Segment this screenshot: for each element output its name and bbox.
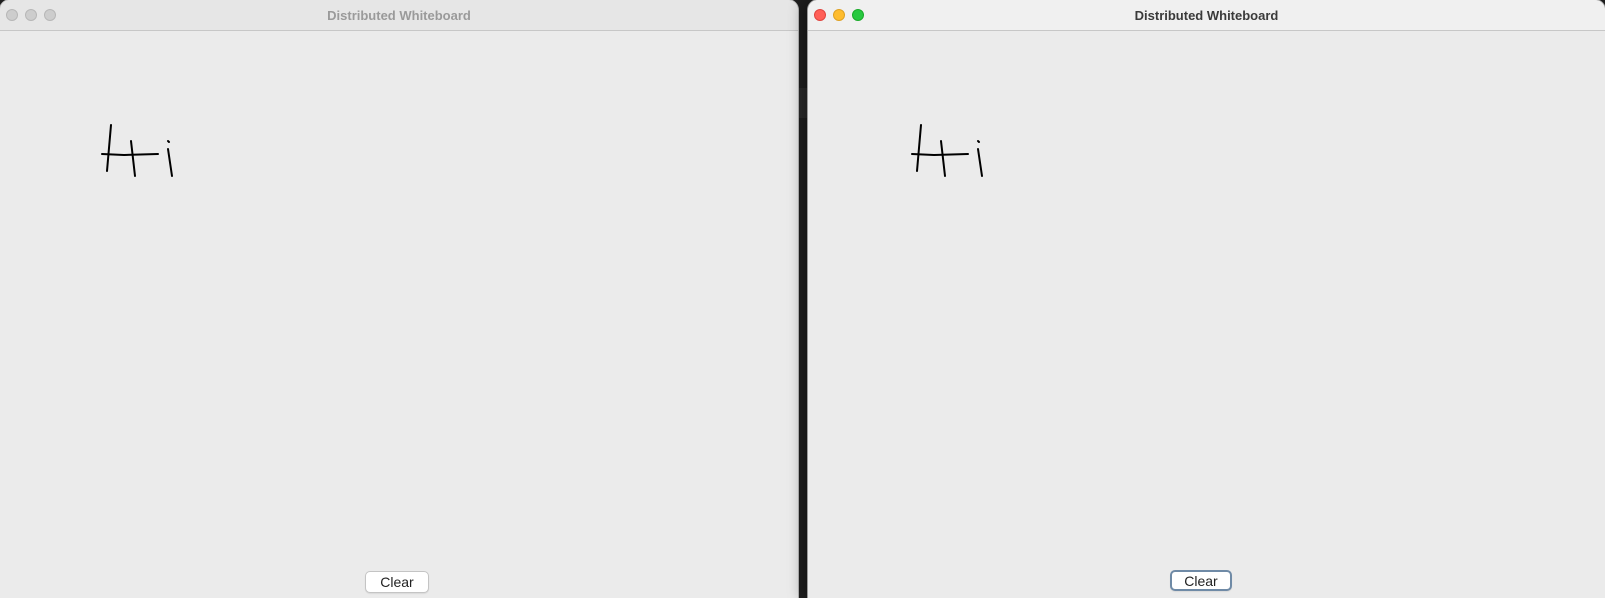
drawing-strokes — [101, 124, 173, 177]
title-bar[interactable]: Distributed Whiteboard — [0, 0, 798, 31]
stroke — [130, 140, 136, 177]
window-controls — [6, 9, 56, 21]
stroke — [977, 148, 983, 177]
stroke — [167, 148, 173, 177]
clear-button[interactable]: Clear — [1170, 570, 1232, 591]
whiteboard-window-right: Distributed Whiteboard Clear — [808, 0, 1605, 598]
stroke — [101, 153, 159, 156]
minimize-icon[interactable] — [833, 9, 845, 21]
maximize-icon[interactable] — [852, 9, 864, 21]
drawing-canvas[interactable] — [0, 31, 798, 568]
drawing-canvas[interactable] — [808, 31, 1605, 568]
stroke — [916, 124, 922, 172]
maximize-icon[interactable] — [44, 9, 56, 21]
stroke — [167, 140, 170, 143]
stroke — [977, 140, 980, 143]
drawing-strokes — [911, 124, 983, 177]
stroke — [940, 140, 946, 177]
clear-button[interactable]: Clear — [365, 571, 429, 593]
window-title: Distributed Whiteboard — [327, 7, 471, 23]
stroke — [106, 124, 112, 172]
window-controls — [814, 9, 864, 21]
window-title: Distributed Whiteboard — [1134, 7, 1279, 23]
close-icon[interactable] — [814, 9, 826, 21]
whiteboard-window-left: Distributed Whiteboard Clear — [0, 0, 798, 598]
close-icon[interactable] — [6, 9, 18, 21]
stroke — [911, 153, 969, 156]
minimize-icon[interactable] — [25, 9, 37, 21]
title-bar[interactable]: Distributed Whiteboard — [808, 0, 1605, 31]
